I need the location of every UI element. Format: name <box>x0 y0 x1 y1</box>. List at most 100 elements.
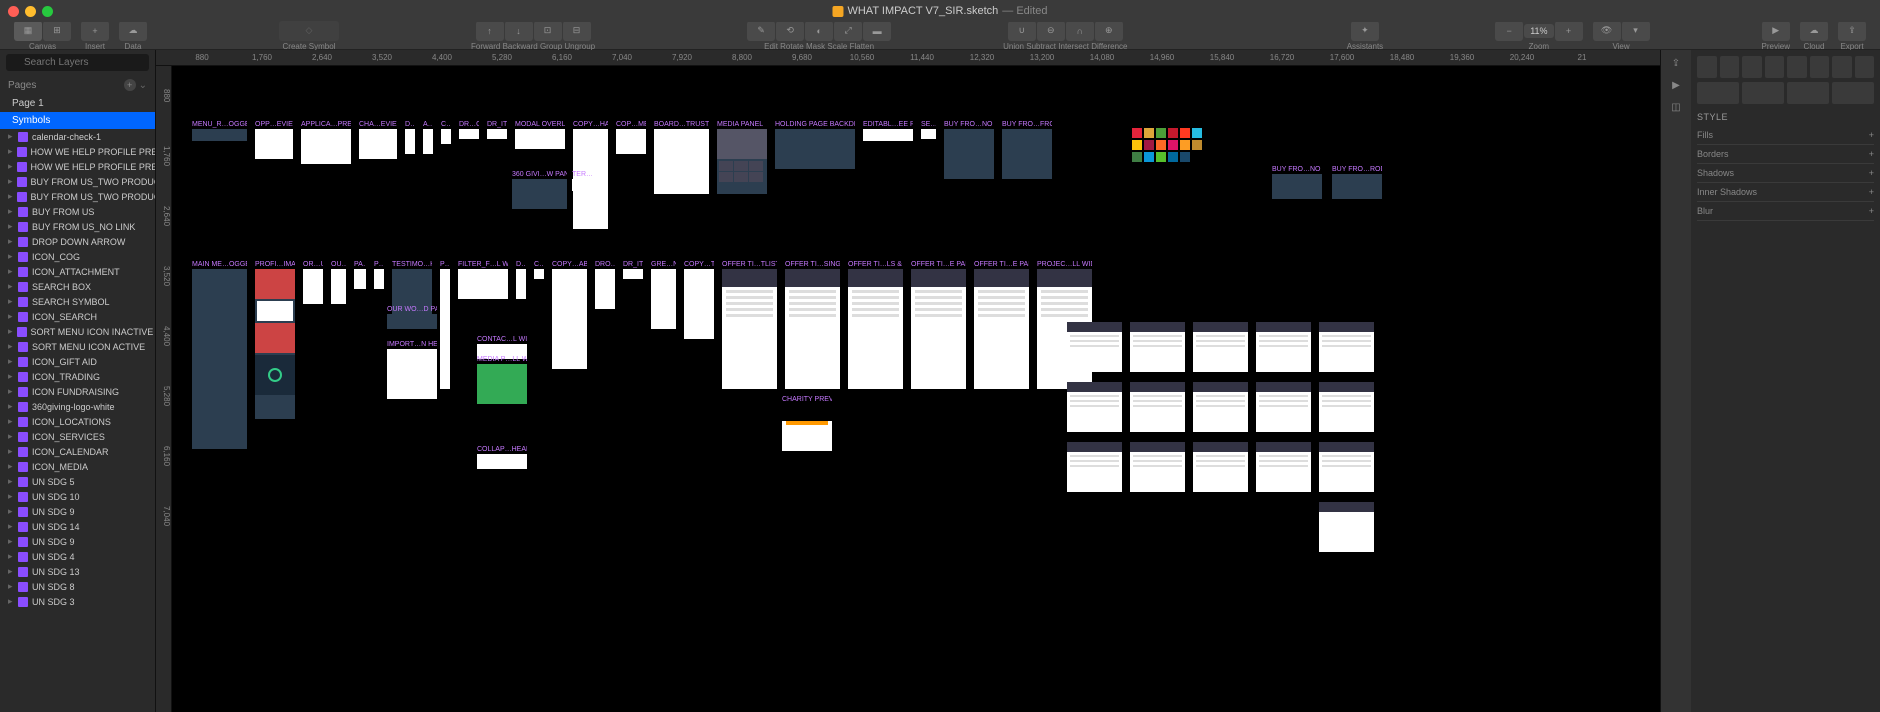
layer-item[interactable]: ▸UN SDG 9 <box>0 534 155 549</box>
artboard[interactable] <box>1193 441 1248 492</box>
layer-item[interactable]: ▸ICON_COG <box>0 249 155 264</box>
layer-item[interactable]: ▸ICON_TRADING <box>0 369 155 384</box>
align-left[interactable] <box>1697 56 1717 78</box>
play-icon[interactable]: ▶ <box>1669 78 1683 92</box>
export-button[interactable]: ⇪ <box>1838 21 1866 41</box>
shadows-section[interactable]: Shadows+ <box>1697 164 1874 183</box>
view-button[interactable]: 👁 <box>1593 21 1621 41</box>
artboard[interactable]: COLLAP…HEADER <box>477 446 527 469</box>
artboard[interactable]: P…L <box>440 261 450 389</box>
layer-item[interactable]: ▸BUY FROM US_TWO PRODUCT <box>0 174 155 189</box>
artboard[interactable]: MENU_R…OGGED IN <box>192 121 247 141</box>
difference-button[interactable]: ⊕ <box>1095 21 1123 41</box>
artboard[interactable]: DRO…IDE <box>595 261 615 309</box>
artboard[interactable]: P…5 <box>374 261 384 289</box>
zoom-level[interactable]: 11% <box>1524 24 1553 38</box>
artboard[interactable] <box>1319 381 1374 432</box>
maximize-window[interactable] <box>42 6 53 17</box>
artboard[interactable]: D…RY <box>405 121 415 154</box>
artboard[interactable] <box>1319 441 1374 492</box>
layer-item[interactable]: ▸UN SDG 9 <box>0 504 155 519</box>
search-input[interactable] <box>6 54 149 71</box>
h-input[interactable] <box>1832 82 1874 104</box>
layer-item[interactable]: ▸UN SDG 8 <box>0 579 155 594</box>
artboard[interactable]: OFFER TI…SINGLE <box>785 261 840 389</box>
artboard[interactable]: BUY FRO…NO LINK <box>944 121 994 179</box>
edit-button[interactable]: ✎ <box>747 21 775 41</box>
distribute-v[interactable] <box>1855 56 1875 78</box>
artboard[interactable] <box>1130 381 1185 432</box>
fills-section[interactable]: Fills+ <box>1697 126 1874 145</box>
layer-item[interactable]: ▸ICON FUNDRAISING <box>0 384 155 399</box>
preview-button[interactable]: ▶ <box>1762 21 1790 41</box>
artboard[interactable]: BOARD…TRUSTEES <box>654 121 709 194</box>
layer-item[interactable]: ▸ICON_MEDIA <box>0 459 155 474</box>
artboard[interactable] <box>1067 381 1122 432</box>
artboard[interactable]: GRE…NEL <box>651 261 676 329</box>
layer-item[interactable]: ▸UN SDG 5 <box>0 474 155 489</box>
artboard[interactable]: CHARITY PREVIEW <box>782 396 832 451</box>
artboard[interactable] <box>1319 321 1374 372</box>
artboard[interactable] <box>1130 441 1185 492</box>
zoom-out-button[interactable]: − <box>1495 21 1523 41</box>
artboard[interactable]: PA…T <box>354 261 366 289</box>
add-page-button[interactable]: + <box>124 79 136 91</box>
layers-list[interactable]: ▸calendar-check-1▸HOW WE HELP PROFILE PR… <box>0 129 155 712</box>
blur-section[interactable]: Blur+ <box>1697 202 1874 221</box>
artboard[interactable] <box>1319 501 1374 552</box>
scale-button[interactable]: ⤢ <box>834 21 862 41</box>
view-dropdown[interactable]: ▾ <box>1622 21 1650 41</box>
artboard[interactable]: OFFER TI…E PAIRED <box>911 261 966 389</box>
w-input[interactable] <box>1787 82 1829 104</box>
artboard[interactable]: OPP…EVIEW <box>255 121 293 159</box>
align-bottom[interactable] <box>1810 56 1830 78</box>
layer-item[interactable]: ▸ICON_GIFT AID <box>0 354 155 369</box>
artboard[interactable]: D…AL <box>516 261 526 299</box>
layer-item[interactable]: ▸UN SDG 14 <box>0 519 155 534</box>
layer-item[interactable]: ▸BUY FROM US <box>0 204 155 219</box>
layer-item[interactable]: ▸ICON_ATTACHMENT <box>0 264 155 279</box>
layers-icon[interactable]: ◫ <box>1669 100 1683 114</box>
rotate-button[interactable]: ⟲ <box>776 21 804 41</box>
artboard[interactable]: PROFI…IMAGE <box>255 261 295 419</box>
artboard[interactable]: COP…MED <box>616 121 646 154</box>
subtract-button[interactable]: ⊖ <box>1037 21 1065 41</box>
align-top[interactable] <box>1765 56 1785 78</box>
forward-button[interactable]: ↑ <box>476 21 504 41</box>
artboard[interactable] <box>1067 441 1122 492</box>
artboard[interactable] <box>1256 321 1311 372</box>
artboard[interactable]: C…LE <box>534 261 544 279</box>
layer-item[interactable]: ▸BUY FROM US_NO LINK <box>0 219 155 234</box>
inner-shadows-section[interactable]: Inner Shadows+ <box>1697 183 1874 202</box>
page-item[interactable]: Symbols <box>0 112 155 129</box>
layer-item[interactable]: ▸SEARCH SYMBOL <box>0 294 155 309</box>
layer-item[interactable]: ▸HOW WE HELP PROFILE PREVIEW <box>0 159 155 174</box>
layer-item[interactable]: ▸UN SDG 3 <box>0 594 155 609</box>
artboard[interactable]: OFFER TI…LS & TIME <box>848 261 903 389</box>
layer-item[interactable]: ▸UN SDG 13 <box>0 564 155 579</box>
artboard[interactable]: MEDIA P…LL WIDTH <box>477 356 527 404</box>
artboard[interactable]: C…LE <box>441 121 451 144</box>
artboard[interactable]: COPY…ABLE <box>552 261 587 369</box>
pages-dropdown[interactable]: ⌄ <box>139 80 147 91</box>
artboard[interactable]: BUY FRO…FROM US <box>1002 121 1052 179</box>
close-window[interactable] <box>8 6 19 17</box>
artboard[interactable]: OU…N <box>331 261 346 304</box>
x-input[interactable] <box>1697 82 1739 104</box>
artboard[interactable]: OFFER TI…E PAIRED <box>974 261 1029 389</box>
canvas[interactable]: MENU_R…OGGED INOPP…EVIEWAPPLICA…PREVIEWC… <box>172 66 1660 712</box>
artboard[interactable]: OUR WO…D PANEL <box>387 306 437 329</box>
mask-button[interactable]: ◐ <box>805 21 833 41</box>
artboard[interactable] <box>1193 321 1248 372</box>
artboard[interactable]: DR_ITEM <box>623 261 643 279</box>
page-item[interactable]: Page 1 <box>0 95 155 112</box>
artboard[interactable]: SE…OX <box>921 121 936 139</box>
union-button[interactable]: ∪ <box>1008 21 1036 41</box>
artboard[interactable]: COPY…TERS <box>684 261 714 339</box>
artboard[interactable]: HOLDING PAGE BACKDROP <box>775 121 855 169</box>
cloud-button[interactable]: ☁ <box>1800 21 1828 41</box>
layer-item[interactable]: ▸ICON_LOCATIONS <box>0 414 155 429</box>
artboard[interactable]: EDITABL…EE ROW <box>863 121 913 141</box>
artboard[interactable]: CHA…EVIEW <box>359 121 397 159</box>
artboard[interactable] <box>1193 381 1248 432</box>
